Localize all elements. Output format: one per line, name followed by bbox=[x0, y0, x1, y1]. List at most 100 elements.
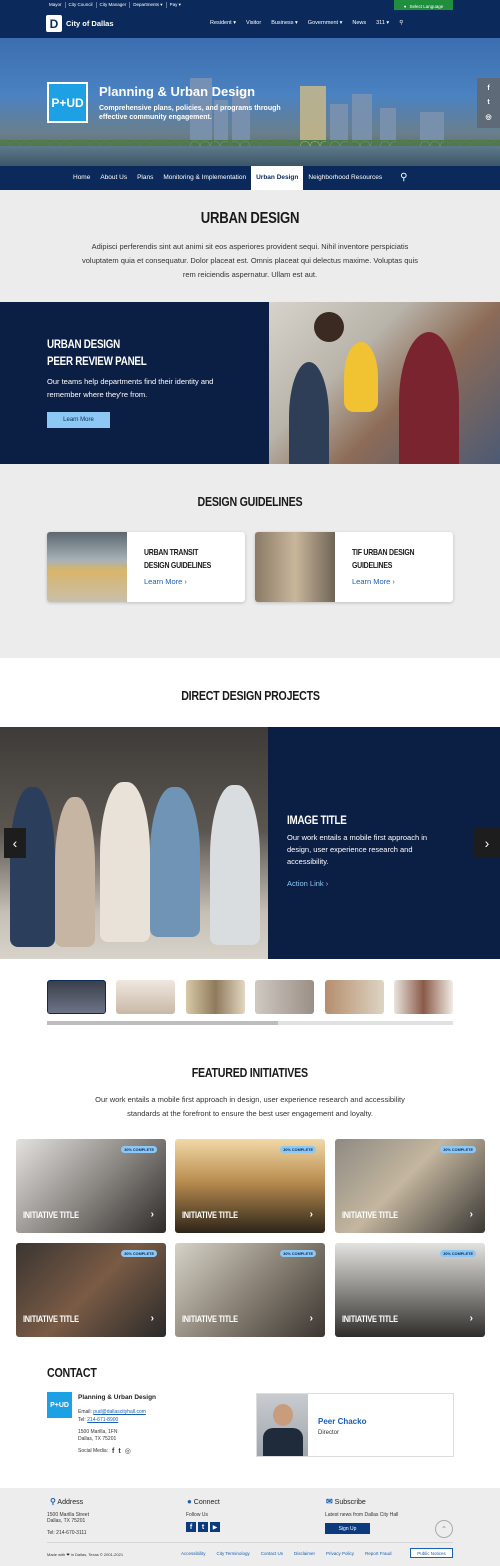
initiative-title: INITIATIVE TITLE bbox=[342, 1314, 398, 1324]
signup-button[interactable]: Sign Up bbox=[325, 1523, 370, 1534]
utility-link-pay[interactable]: Pay ▾ bbox=[167, 2, 184, 8]
nav-resident[interactable]: Resident ▾ bbox=[210, 20, 236, 26]
carousel-image bbox=[0, 727, 268, 959]
learn-more-button[interactable]: Learn More bbox=[47, 412, 110, 428]
carousel-scrollbar[interactable] bbox=[47, 1021, 453, 1025]
carousel-thumbnail[interactable] bbox=[255, 980, 314, 1014]
public-notices-button[interactable]: Public Notices bbox=[410, 1548, 453, 1558]
guideline-title: TIF URBAN DESIGN GUIDELINES bbox=[352, 547, 415, 570]
department-nav: Home About Us Plans Monitoring & Impleme… bbox=[0, 166, 500, 190]
carousel-scrollbar-thumb[interactable] bbox=[47, 1021, 279, 1025]
director-role: Director bbox=[318, 1430, 340, 1436]
footer-tel: Tel: 214-670-3111 bbox=[47, 1530, 87, 1536]
nav-government[interactable]: Government ▾ bbox=[308, 20, 343, 26]
carousel-thumbnail[interactable] bbox=[186, 980, 245, 1014]
carousel-action-link[interactable]: Action Link › bbox=[287, 879, 328, 888]
carousel-next-button[interactable]: › bbox=[474, 828, 500, 858]
progress-badge: 30% COMPLETE bbox=[121, 1146, 157, 1153]
subnav-search-icon[interactable]: ⚲ bbox=[395, 166, 412, 190]
chevron-right-icon: › bbox=[150, 1209, 154, 1220]
social-sidebar: f t ◎ bbox=[477, 78, 500, 128]
city-logo-icon[interactable]: D bbox=[46, 15, 62, 32]
guideline-link[interactable]: Learn More › bbox=[144, 577, 187, 586]
nav-visitor[interactable]: Visitor bbox=[246, 20, 261, 26]
subnav-about[interactable]: About Us bbox=[95, 166, 132, 190]
contact-address-line2: Dallas, TX 75201 bbox=[78, 1436, 117, 1442]
carousel-thumbnail[interactable] bbox=[116, 980, 175, 1014]
initiative-title: INITIATIVE TITLE bbox=[23, 1210, 79, 1220]
city-logo-text[interactable]: City of Dallas bbox=[66, 19, 114, 28]
progress-badge: 30% COMPLETE bbox=[121, 1250, 157, 1257]
director-photo bbox=[257, 1394, 308, 1456]
twitter-icon[interactable]: t bbox=[487, 99, 489, 106]
chevron-right-icon: › bbox=[484, 835, 490, 851]
carousel-thumbnail[interactable] bbox=[394, 980, 453, 1014]
initiative-card[interactable]: 30% COMPLETE INITIATIVE TITLE › bbox=[335, 1243, 485, 1337]
subnav-home[interactable]: Home bbox=[68, 166, 95, 190]
initiative-title: INITIATIVE TITLE bbox=[23, 1314, 79, 1324]
chat-icon: ● bbox=[187, 1497, 192, 1506]
utility-link-departments[interactable]: Departments ▾ bbox=[130, 2, 167, 8]
initiative-card[interactable]: 30% COMPLETE INITIATIVE TITLE › bbox=[335, 1139, 485, 1233]
utility-link-manager[interactable]: City Manager bbox=[97, 2, 131, 8]
subnav-monitoring[interactable]: Monitoring & Implementation bbox=[158, 166, 251, 190]
facebook-icon[interactable]: f bbox=[186, 1522, 196, 1532]
subnav-neighborhood[interactable]: Neighborhood Resources bbox=[303, 166, 387, 190]
youtube-icon[interactable]: ▶ bbox=[210, 1522, 220, 1532]
initiative-card[interactable]: 30% COMPLETE INITIATIVE TITLE › bbox=[175, 1243, 325, 1337]
contact-address-line1: 1500 Marilla, 1FN bbox=[78, 1429, 118, 1435]
search-icon[interactable]: ⚲ bbox=[399, 20, 403, 26]
instagram-icon[interactable]: ◎ bbox=[125, 1447, 131, 1455]
twitter-icon[interactable]: t bbox=[198, 1522, 208, 1532]
footer-link-disclaimer[interactable]: Disclaimer bbox=[294, 1551, 315, 1556]
nav-311[interactable]: 311 ▾ bbox=[376, 20, 389, 26]
peer-review-photo bbox=[269, 302, 500, 464]
footer-link-privacy[interactable]: Privacy Policy bbox=[326, 1551, 354, 1556]
initiative-title: INITIATIVE TITLE bbox=[342, 1210, 398, 1220]
guideline-card[interactable]: TIF URBAN DESIGN GUIDELINES Learn More › bbox=[255, 532, 453, 602]
progress-badge: 30% COMPLETE bbox=[440, 1146, 476, 1153]
facebook-icon[interactable]: f bbox=[487, 85, 489, 92]
progress-badge: 30% COMPLETE bbox=[280, 1250, 316, 1257]
initiative-card[interactable]: 30% COMPLETE INITIATIVE TITLE › bbox=[175, 1139, 325, 1233]
progress-badge: 30% COMPLETE bbox=[440, 1250, 476, 1257]
footer-divider bbox=[47, 1542, 453, 1543]
contact-tel-row: Tel: 214-671-8900 bbox=[78, 1417, 119, 1423]
initiative-card[interactable]: 30% COMPLETE INITIATIVE TITLE › bbox=[16, 1139, 166, 1233]
director-name: Peer Chacko bbox=[318, 1417, 367, 1426]
footer-link-accessibility[interactable]: Accessibility bbox=[181, 1551, 206, 1556]
guideline-card[interactable]: URBAN TRANSIT DESIGN GUIDELINES Learn Mor… bbox=[47, 532, 245, 602]
select-language-label: Select Language bbox=[409, 4, 444, 9]
initiative-card[interactable]: 30% COMPLETE INITIATIVE TITLE › bbox=[16, 1243, 166, 1337]
back-to-top-button[interactable]: ⌃ bbox=[435, 1520, 453, 1538]
progress-badge: 30% COMPLETE bbox=[280, 1146, 316, 1153]
contact-social-row: Social Media: f t ◎ bbox=[78, 1447, 131, 1456]
twitter-icon[interactable]: t bbox=[118, 1448, 120, 1455]
peer-review-text: Our teams help departments find their id… bbox=[47, 377, 214, 399]
utility-link-council[interactable]: City Council bbox=[66, 2, 97, 8]
subnav-plans[interactable]: Plans bbox=[132, 166, 158, 190]
guideline-link[interactable]: Learn More › bbox=[352, 577, 395, 586]
carousel-thumbnail[interactable] bbox=[47, 980, 106, 1014]
nav-news[interactable]: News bbox=[352, 20, 366, 26]
footer-link-terminology[interactable]: City Terminology bbox=[217, 1551, 250, 1556]
chevron-right-icon: › bbox=[309, 1209, 313, 1220]
carousel-prev-button[interactable]: ‹ bbox=[4, 828, 26, 858]
subnav-urban-design[interactable]: Urban Design bbox=[251, 166, 304, 190]
page-title: Planning & Urban Design bbox=[99, 84, 256, 99]
footer-address-heading: ⚲ Address bbox=[50, 1497, 84, 1506]
contact-email-link[interactable]: pud@dallascityhall.com bbox=[93, 1409, 146, 1415]
contact-tel-link[interactable]: 214-671-8900 bbox=[87, 1417, 118, 1423]
chevron-right-icon: › bbox=[469, 1209, 473, 1220]
facebook-icon[interactable]: f bbox=[112, 1448, 114, 1455]
footer-link-fraud[interactable]: Report Fraud bbox=[365, 1551, 392, 1556]
page-subtitle: Comprehensive plans, policies, and progr… bbox=[99, 105, 281, 121]
nav-business[interactable]: Business ▾ bbox=[271, 20, 298, 26]
location-pin-icon: ⚲ bbox=[50, 1497, 56, 1506]
guideline-image bbox=[255, 532, 335, 602]
carousel-thumbnail[interactable] bbox=[325, 980, 384, 1014]
utility-link-mayor[interactable]: Mayor bbox=[46, 2, 66, 8]
footer-link-contact[interactable]: Contact Us bbox=[261, 1551, 283, 1556]
instagram-icon[interactable]: ◎ bbox=[485, 113, 491, 121]
section-title-guidelines: DESIGN GUIDELINES bbox=[197, 494, 303, 509]
